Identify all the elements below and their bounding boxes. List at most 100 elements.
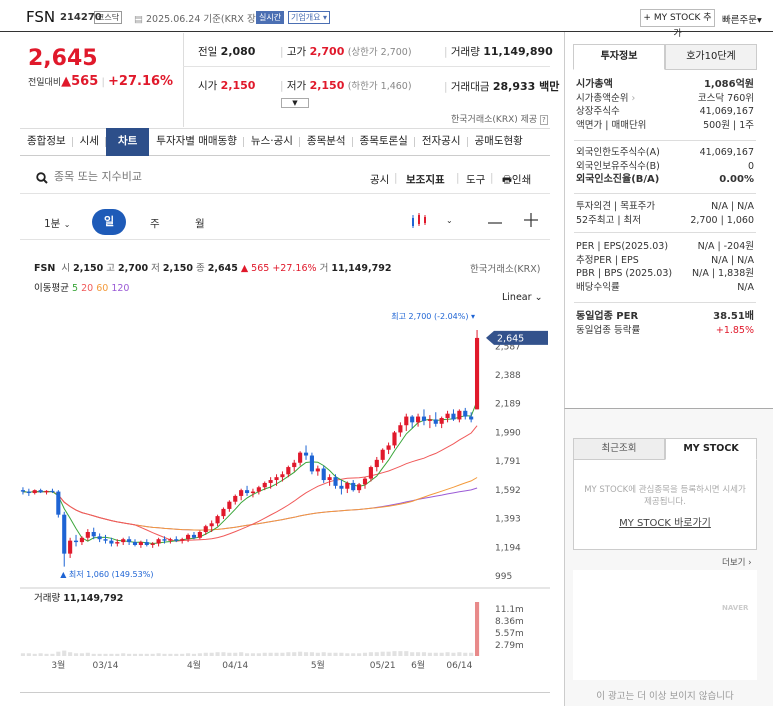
candle-body xyxy=(321,468,326,481)
realtime-button[interactable]: 실시간 xyxy=(256,11,285,24)
volume-bar xyxy=(262,652,267,656)
zoom-out-icon[interactable] xyxy=(488,218,502,228)
tab-price[interactable]: 시세 xyxy=(73,128,107,156)
my-stock-link[interactable]: MY STOCK 바로가기 xyxy=(580,514,750,529)
volume-bar xyxy=(68,652,73,656)
tab-my-stock[interactable]: MY STOCK xyxy=(665,438,757,460)
candle-body xyxy=(445,413,450,419)
volume-stat: | 거래량 11,149,890 xyxy=(444,45,553,58)
add-my-stock-button[interactable]: + MY STOCK 추가 xyxy=(640,9,715,39)
period-day-button[interactable]: 일 xyxy=(92,209,126,235)
disclosure-tool-button[interactable]: 공시 xyxy=(370,172,389,187)
divider xyxy=(574,302,756,303)
quick-order-label: 빠른주문 xyxy=(722,15,757,26)
candle-body xyxy=(168,539,173,541)
candle-body xyxy=(244,490,250,494)
est-per-label: 추정PER | EPS xyxy=(576,254,639,266)
x-tick-label: 03/14 xyxy=(93,661,119,671)
candle-body xyxy=(262,482,267,488)
candle-body xyxy=(162,539,167,541)
amount-label: 거래대금 xyxy=(450,81,490,93)
volume-label: 거래량 xyxy=(450,46,480,58)
volume-bar xyxy=(227,652,232,656)
tab-analysis[interactable]: 종목분석 xyxy=(300,128,353,156)
candle-body xyxy=(203,526,208,532)
zoom-in-icon[interactable] xyxy=(524,212,538,228)
trade-amount: | 거래대금 28,933 백만 xyxy=(444,80,560,93)
indicator-tool-button[interactable]: 보조지표 xyxy=(406,172,445,187)
price-tick-label: 1,791 xyxy=(495,457,521,467)
period-week-button[interactable]: 주 xyxy=(150,216,160,231)
drawing-tool-button[interactable]: 도구 xyxy=(466,172,485,187)
lower-limit: (하한가 1,460) xyxy=(347,81,412,92)
tab-short-selling[interactable]: 공매도현황 xyxy=(468,128,530,156)
volume-bar xyxy=(44,653,49,656)
divider: | xyxy=(394,172,398,184)
market-cap-block: 시가총액 1,086억원 시가총액순위 › 코스닥 760위 상장주식수 41,069… xyxy=(576,78,754,132)
candle-body xyxy=(280,474,285,478)
volume-bar xyxy=(150,653,155,656)
volume-bar xyxy=(168,653,173,656)
candle-body xyxy=(44,490,49,493)
volume-bar xyxy=(351,653,356,656)
divider xyxy=(574,232,756,233)
tab-news[interactable]: 뉴스·공시 xyxy=(244,128,300,156)
tab-invest-info[interactable]: 투자정보 xyxy=(573,44,665,70)
price-tick-label: 1,592 xyxy=(495,486,521,496)
chevron-down-icon[interactable]: ⌄ xyxy=(446,216,453,225)
divider: | xyxy=(456,172,460,184)
chevron-down-icon: ⌄ xyxy=(63,220,71,229)
expand-button[interactable]: ▼ xyxy=(281,98,309,108)
volume-bar xyxy=(233,652,238,656)
volume-bar xyxy=(268,652,273,656)
candle-body xyxy=(209,523,214,527)
volume-bar xyxy=(339,652,344,656)
per-label: PER | EPS(2025.03) xyxy=(576,241,669,252)
candle-body xyxy=(416,416,421,423)
chart-close: 2,645 xyxy=(207,263,238,274)
search-icon[interactable] xyxy=(36,172,48,184)
price-tick-label: 1,990 xyxy=(495,428,521,438)
tab-investor-trends[interactable]: 투자자별 매매동향 xyxy=(149,128,244,156)
per-value: N/A | -204원 xyxy=(697,241,754,252)
period-month-button[interactable]: 월 xyxy=(195,216,205,231)
volume-bar xyxy=(404,651,409,656)
volume-bar xyxy=(463,652,468,656)
candle-body xyxy=(357,484,362,491)
candle-body xyxy=(103,539,108,541)
divider xyxy=(183,66,550,67)
tab-order-book[interactable]: 호가10단계 xyxy=(665,44,757,70)
price-change: 전일대비▲565 | +27.16% xyxy=(28,74,174,89)
shares-label: 상장주식수 xyxy=(576,106,620,117)
volume-bar xyxy=(410,652,415,656)
candlestick-type-icon[interactable] xyxy=(410,212,432,230)
price-chart[interactable]: 995 1,194 1,393 1,592 1,791 1,990 2,189 2,388 2,… xyxy=(20,300,550,672)
foreign-ratio-value: 0.00% xyxy=(719,174,754,185)
volume-bar xyxy=(62,650,67,656)
quick-order-button[interactable]: 빠른주문▾ xyxy=(722,12,762,26)
info-icon[interactable]: ? xyxy=(540,115,548,125)
period-minute-select[interactable]: 1분 ⌄ xyxy=(44,216,70,231)
tab-disclosure[interactable]: 전자공시 xyxy=(415,128,468,156)
more-link[interactable]: 더보기 › xyxy=(722,556,752,568)
dividend-label: 배당수익률 xyxy=(576,281,620,293)
industry-change-label: 동일업종 등락률 xyxy=(576,324,641,336)
min-price-note: ▲ 최저 1,060 (149.53%) xyxy=(60,569,153,579)
tab-chart[interactable]: 차트 xyxy=(105,128,150,156)
naver-logo: NAVER xyxy=(722,604,749,612)
volume-bar xyxy=(280,652,285,656)
tab-summary[interactable]: 종합정보 xyxy=(20,128,73,156)
minute-label: 1분 xyxy=(44,218,61,230)
volume-bar xyxy=(186,653,191,656)
stock-nav-tabs: 종합정보 시세 차트 투자자별 매매동향 뉴스·공시 종목분석 종목토론실 전자… xyxy=(20,128,550,156)
tab-recent-views[interactable]: 최근조회 xyxy=(573,438,665,460)
tab-discussion[interactable]: 종목토론실 xyxy=(353,128,416,156)
market-cap-rank-label[interactable]: 시가총액순위 › xyxy=(576,92,635,106)
company-overview-button[interactable]: 기업개요 ▾ xyxy=(288,11,331,24)
compare-search-input[interactable] xyxy=(54,170,214,183)
divider: | xyxy=(490,172,494,184)
volume-bar xyxy=(221,652,226,656)
volume-bar xyxy=(321,652,326,656)
foreign-limit-label: 외국인한도주식수(A) xyxy=(576,147,660,158)
print-button[interactable]: 🖶인쇄 xyxy=(502,172,531,190)
